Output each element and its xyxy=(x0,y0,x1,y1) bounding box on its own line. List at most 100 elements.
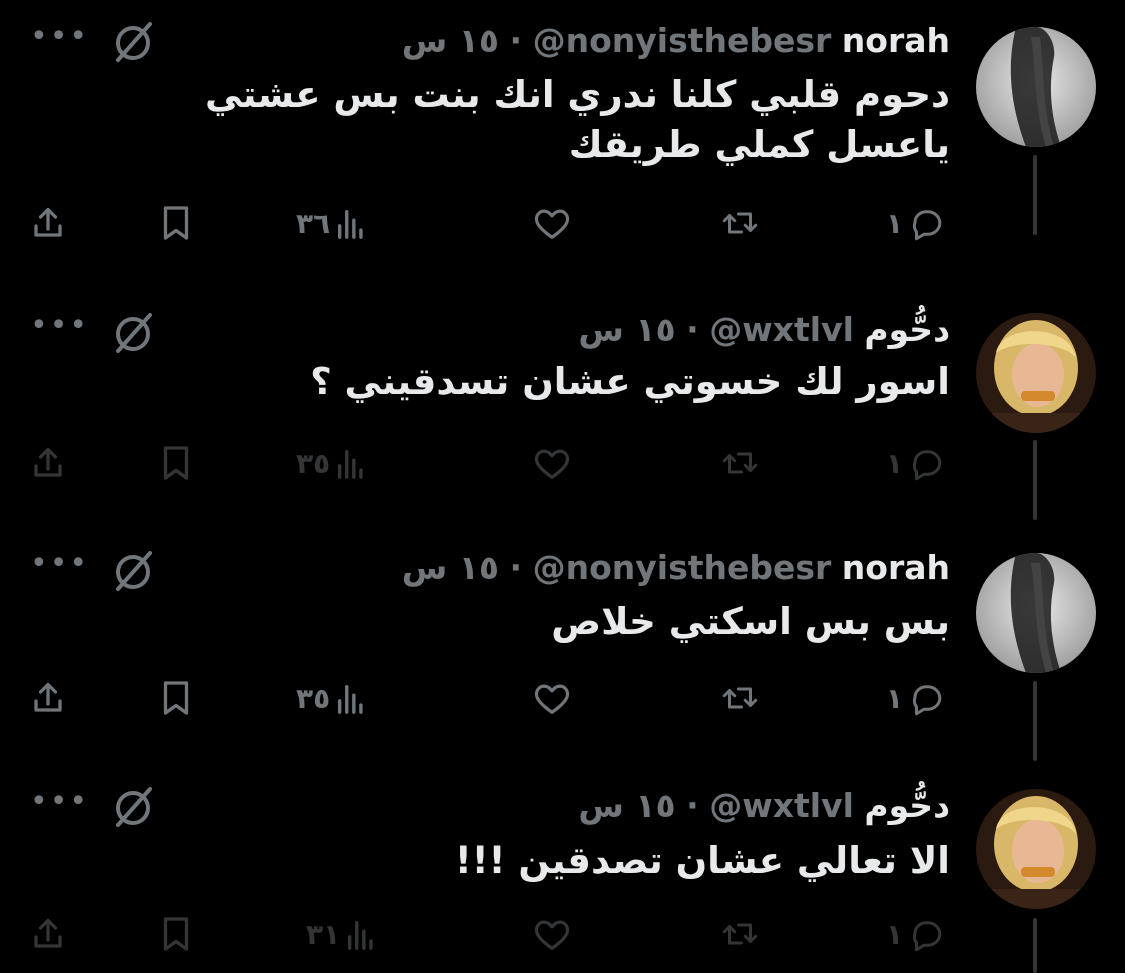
views-button[interactable]: ٣١ xyxy=(300,909,376,959)
views-button[interactable]: ٣٦ xyxy=(290,198,366,248)
reply-icon xyxy=(913,685,942,716)
views-count: ٣٥ xyxy=(296,446,331,480)
reply-button[interactable]: ١ xyxy=(880,909,945,959)
tweet-text: الا تعالي عشان تصدقين !!! xyxy=(454,839,950,882)
timestamp[interactable]: ١٥ س xyxy=(402,21,499,60)
tweet[interactable]: norah @nonyisthebesr · ١٥ س ••• بس بس اس… xyxy=(0,533,1125,773)
display-name[interactable]: دحُّوم xyxy=(864,786,950,825)
share-button[interactable] xyxy=(30,198,66,248)
retweet-icon xyxy=(722,212,758,234)
bookmark-icon xyxy=(163,206,189,240)
separator-dot: · xyxy=(509,21,523,60)
reply-button[interactable]: ١ xyxy=(880,438,945,488)
share-icon xyxy=(34,447,62,477)
reply-count: ١ xyxy=(886,917,904,951)
share-icon xyxy=(34,682,62,712)
grok-icon[interactable] xyxy=(108,781,158,831)
retweet-button[interactable] xyxy=(720,673,760,723)
avatar[interactable] xyxy=(976,27,1096,147)
tweet-header: دحُّوم @wxtlvl · ١٥ س xyxy=(578,783,950,829)
tweet-actions: ١ ٣٦ xyxy=(0,198,960,248)
thread-connector-line xyxy=(1033,918,1037,973)
share-icon xyxy=(34,918,62,948)
retweet-icon xyxy=(722,923,758,945)
tweet-text: اسور لك خسوتي عشان تسدقيني ؟ xyxy=(310,360,950,403)
more-icon[interactable]: ••• xyxy=(30,22,87,58)
like-button[interactable] xyxy=(533,673,571,723)
views-count: ٣٦ xyxy=(296,206,331,240)
separator-dot: · xyxy=(686,786,699,825)
display-name[interactable]: norah xyxy=(842,548,950,587)
reply-button[interactable]: ١ xyxy=(880,673,945,723)
grok-icon[interactable] xyxy=(108,545,158,595)
user-handle[interactable]: @nonyisthebesr xyxy=(533,548,832,587)
share-button[interactable] xyxy=(30,673,66,723)
like-button[interactable] xyxy=(533,198,571,248)
tweet[interactable]: دحُّوم @wxtlvl · ١٥ س ••• الا تعالي عشان… xyxy=(0,773,1125,973)
timestamp[interactable]: ١٥ س xyxy=(578,310,675,349)
user-handle[interactable]: @nonyisthebesr xyxy=(533,21,832,60)
more-icon[interactable]: ••• xyxy=(30,787,87,823)
tweet[interactable]: دحُّوم @wxtlvl · ١٥ س ••• اسور لك خسوتي … xyxy=(0,295,1125,535)
reply-count: ١ xyxy=(886,446,904,480)
views-chart-icon xyxy=(338,209,363,239)
like-button[interactable] xyxy=(533,438,571,488)
user-handle[interactable]: @wxtlvl xyxy=(709,310,854,349)
tweet-actions: ١ ٣٥ xyxy=(0,673,960,723)
retweet-icon xyxy=(722,452,758,474)
like-button[interactable] xyxy=(533,909,571,959)
bookmark-button[interactable] xyxy=(160,909,192,959)
views-button[interactable]: ٣٥ xyxy=(290,438,366,488)
retweet-button[interactable] xyxy=(720,198,760,248)
display-name[interactable]: norah xyxy=(842,21,950,60)
heart-icon xyxy=(534,684,570,714)
retweet-button[interactable] xyxy=(720,909,760,959)
tweet-actions: ١ ٣٥ xyxy=(0,438,960,488)
avatar[interactable] xyxy=(976,789,1096,909)
retweet-icon xyxy=(722,687,758,709)
views-chart-icon xyxy=(338,449,363,479)
thread-connector-line xyxy=(1033,155,1037,235)
bookmark-icon xyxy=(163,446,189,480)
reply-icon xyxy=(913,921,942,952)
more-icon[interactable]: ••• xyxy=(30,549,87,585)
tweet-text: بس بس اسكتي خلاص xyxy=(551,600,950,643)
share-icon xyxy=(34,207,62,237)
tweet-actions: ١ ٣١ xyxy=(0,909,960,959)
display-name[interactable]: دحُّوم xyxy=(864,310,950,349)
heart-icon xyxy=(534,449,570,479)
tweet-header: دحُّوم @wxtlvl · ١٥ س xyxy=(578,307,950,353)
tweet-header: norah @nonyisthebesr · ١٥ س xyxy=(402,18,950,64)
tweet[interactable]: norah @nonyisthebesr · ١٥ س ••• دحوم قلب… xyxy=(0,0,1125,241)
views-chart-icon xyxy=(348,920,373,950)
timestamp[interactable]: ١٥ س xyxy=(402,548,499,587)
thread: norah @nonyisthebesr · ١٥ س ••• دحوم قلب… xyxy=(0,0,1125,973)
timestamp[interactable]: ١٥ س xyxy=(578,786,675,825)
separator-dot: · xyxy=(509,548,523,587)
reply-icon xyxy=(913,210,942,241)
grok-icon[interactable] xyxy=(108,16,158,66)
grok-icon[interactable] xyxy=(108,307,158,357)
user-handle[interactable]: @wxtlvl xyxy=(709,786,854,825)
tweet-header: norah @nonyisthebesr · ١٥ س xyxy=(402,545,950,591)
views-chart-icon xyxy=(338,684,363,714)
more-icon[interactable]: ••• xyxy=(30,311,87,347)
bookmark-button[interactable] xyxy=(160,438,192,488)
reply-count: ١ xyxy=(886,206,904,240)
views-button[interactable]: ٣٥ xyxy=(290,673,366,723)
views-count: ٣٥ xyxy=(296,681,331,715)
thread-connector-line xyxy=(1033,681,1037,761)
avatar[interactable] xyxy=(976,553,1096,673)
retweet-button[interactable] xyxy=(720,438,760,488)
bookmark-button[interactable] xyxy=(160,198,192,248)
heart-icon xyxy=(534,209,570,239)
avatar[interactable] xyxy=(976,313,1096,433)
share-button[interactable] xyxy=(30,438,66,488)
share-button[interactable] xyxy=(30,909,66,959)
thread-connector-line xyxy=(1033,440,1037,520)
bookmark-button[interactable] xyxy=(160,673,192,723)
heart-icon xyxy=(534,920,570,950)
separator-dot: · xyxy=(686,310,699,349)
reply-icon xyxy=(913,450,942,481)
reply-button[interactable]: ١ xyxy=(880,198,945,248)
